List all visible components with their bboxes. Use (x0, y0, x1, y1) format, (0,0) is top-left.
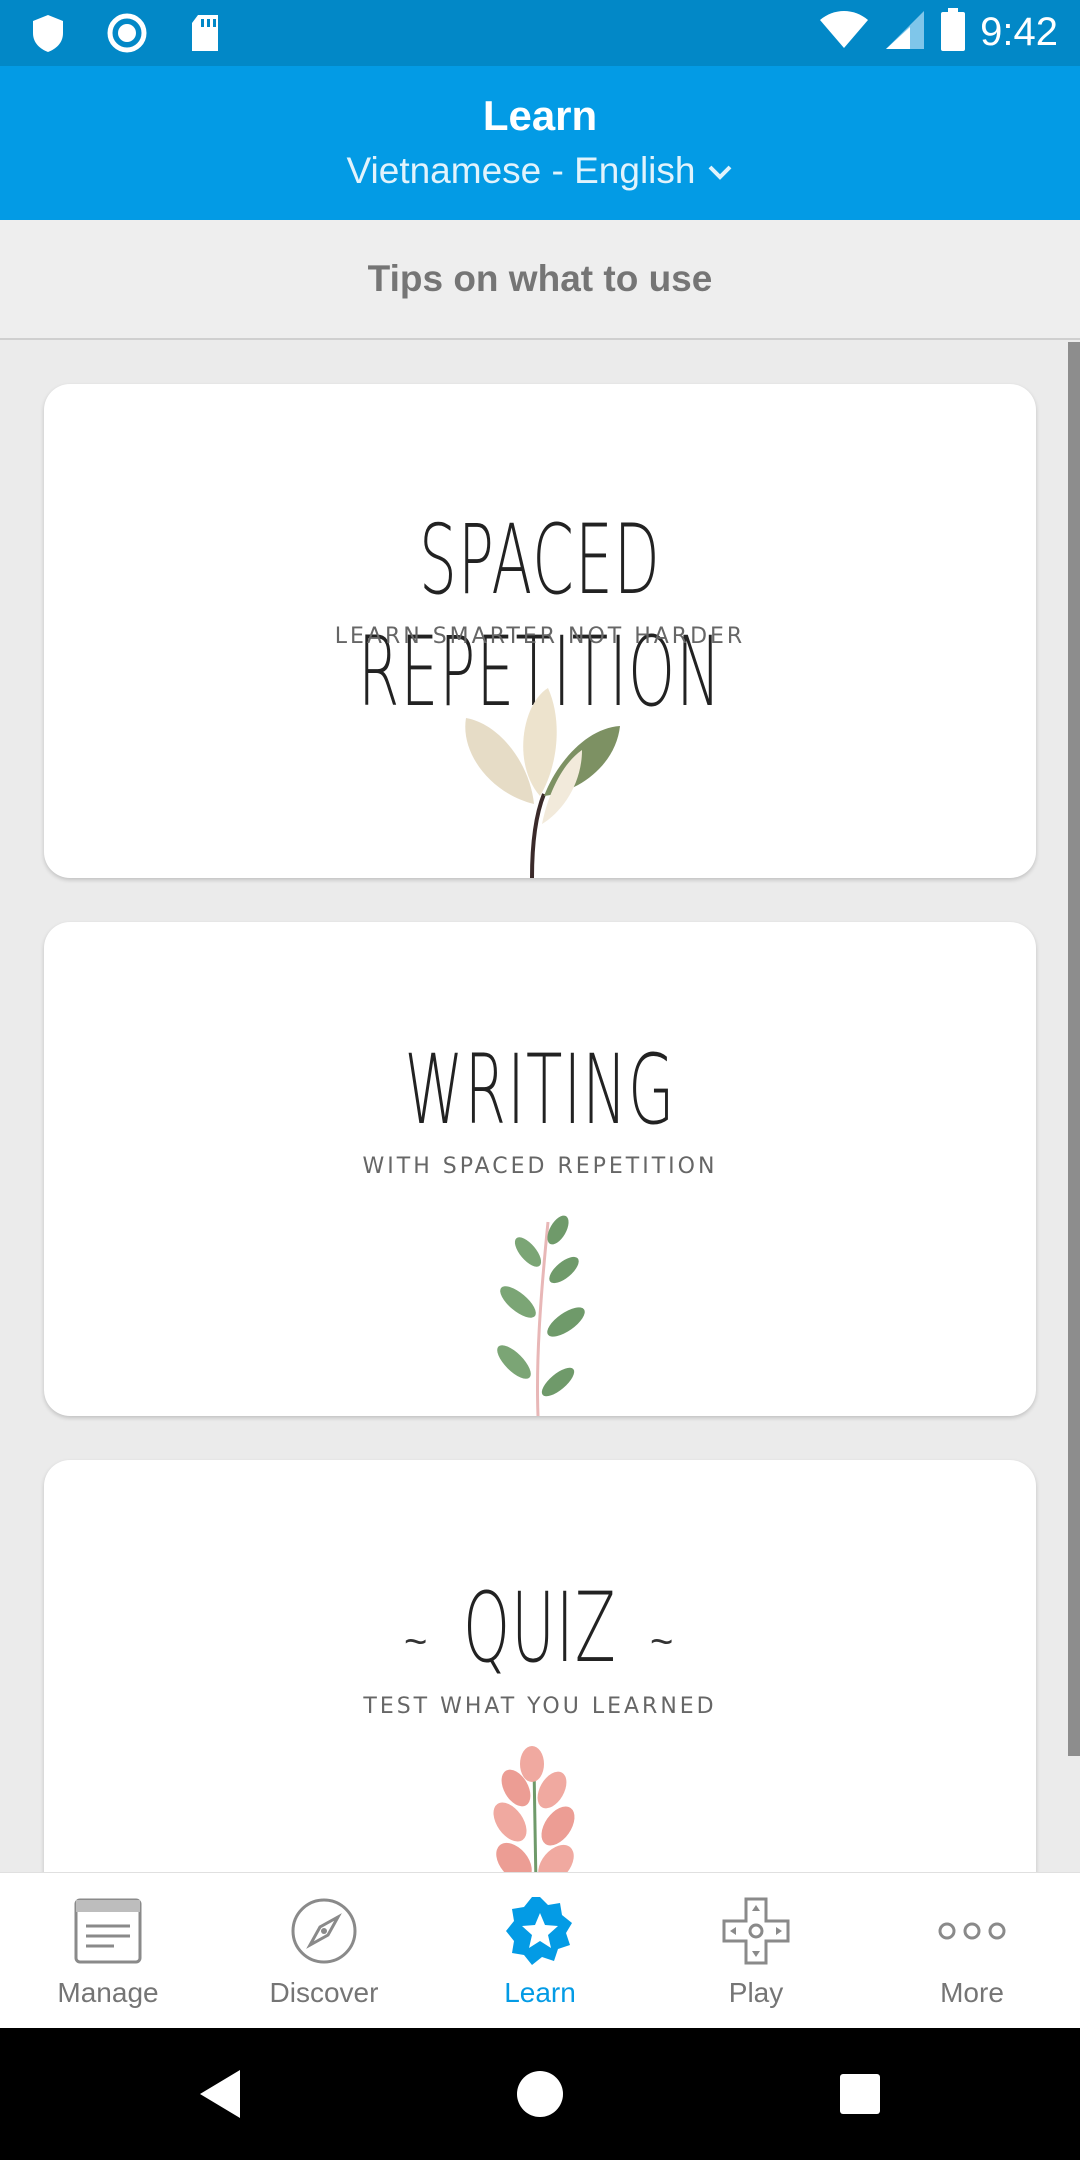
status-left-icons (30, 12, 222, 59)
tips-banner[interactable]: Tips on what to use (0, 220, 1080, 340)
green-sprig-icon (488, 1212, 588, 1416)
card-title: QUIZ (463, 1572, 617, 1684)
recents-icon[interactable] (780, 2028, 940, 2160)
nav-item-more[interactable]: More (864, 1873, 1080, 2028)
page-title: Learn (482, 92, 598, 139)
nav-item-manage[interactable]: Manage (0, 1873, 216, 2028)
card-quiz[interactable]: ~ QUIZ ~ TEST WHAT YOU LEARNED (44, 1460, 1036, 1872)
pink-flower-icon (474, 1746, 594, 1872)
back-icon[interactable] (140, 2028, 300, 2160)
sd-card-icon (188, 13, 222, 58)
star-badge-icon (504, 1895, 576, 1967)
battery-icon (940, 8, 966, 57)
card-title: WRITING (404, 1034, 676, 1146)
nav-label: Play (728, 1977, 784, 2008)
bottom-navigation: Manage Discover Learn Play More (0, 1872, 1080, 2028)
card-spaced-repetition[interactable]: SPACED REPETITION LEARN SMARTER NOT HARD… (44, 384, 1036, 878)
status-right-icons: 9:42 (818, 8, 1058, 57)
nav-item-play[interactable]: Play (648, 1873, 864, 2028)
card-subtitle: LEARN SMARTER NOT HARDER (334, 624, 746, 649)
compass-icon (290, 1895, 358, 1967)
gamepad-icon (722, 1895, 790, 1967)
signal-icon (884, 9, 926, 56)
tips-label: Tips on what to use (367, 258, 713, 299)
status-bar: 9:42 (0, 0, 1080, 66)
nav-label: More (940, 1977, 1004, 2008)
app-bar: Learn Vietnamese - English (0, 66, 1080, 220)
clock: 9:42 (980, 10, 1058, 54)
system-navigation-bar (0, 2028, 1080, 2160)
circle-sync-icon (106, 12, 148, 59)
language-pair-selector[interactable]: Vietnamese - English (0, 150, 1080, 192)
nav-item-learn[interactable]: Learn (432, 1873, 648, 2028)
nav-item-discover[interactable]: Discover (216, 1873, 432, 2028)
home-icon[interactable] (460, 2028, 620, 2160)
shield-icon (30, 13, 66, 58)
more-dots-icon (937, 1895, 1007, 1967)
title-decoration-right: ~ (650, 1620, 674, 1664)
card-writing[interactable]: WRITING WITH SPACED REPETITION (44, 922, 1036, 1416)
language-pair-label: Vietnamese - English (346, 150, 696, 191)
card-subtitle: TEST WHAT YOU LEARNED (363, 1694, 717, 1719)
chevron-down-icon (707, 150, 733, 192)
nav-label: Manage (57, 1977, 159, 2008)
nav-label: Discover (269, 1977, 379, 2008)
nav-label: Learn (504, 1977, 576, 2008)
scrollbar[interactable] (1068, 342, 1080, 1756)
leaf-branch-icon (452, 684, 632, 878)
document-icon (74, 1895, 142, 1967)
card-subtitle: WITH SPACED REPETITION (362, 1154, 718, 1179)
wifi-icon (818, 10, 870, 55)
content-list[interactable]: SPACED REPETITION LEARN SMARTER NOT HARD… (0, 342, 1080, 1872)
